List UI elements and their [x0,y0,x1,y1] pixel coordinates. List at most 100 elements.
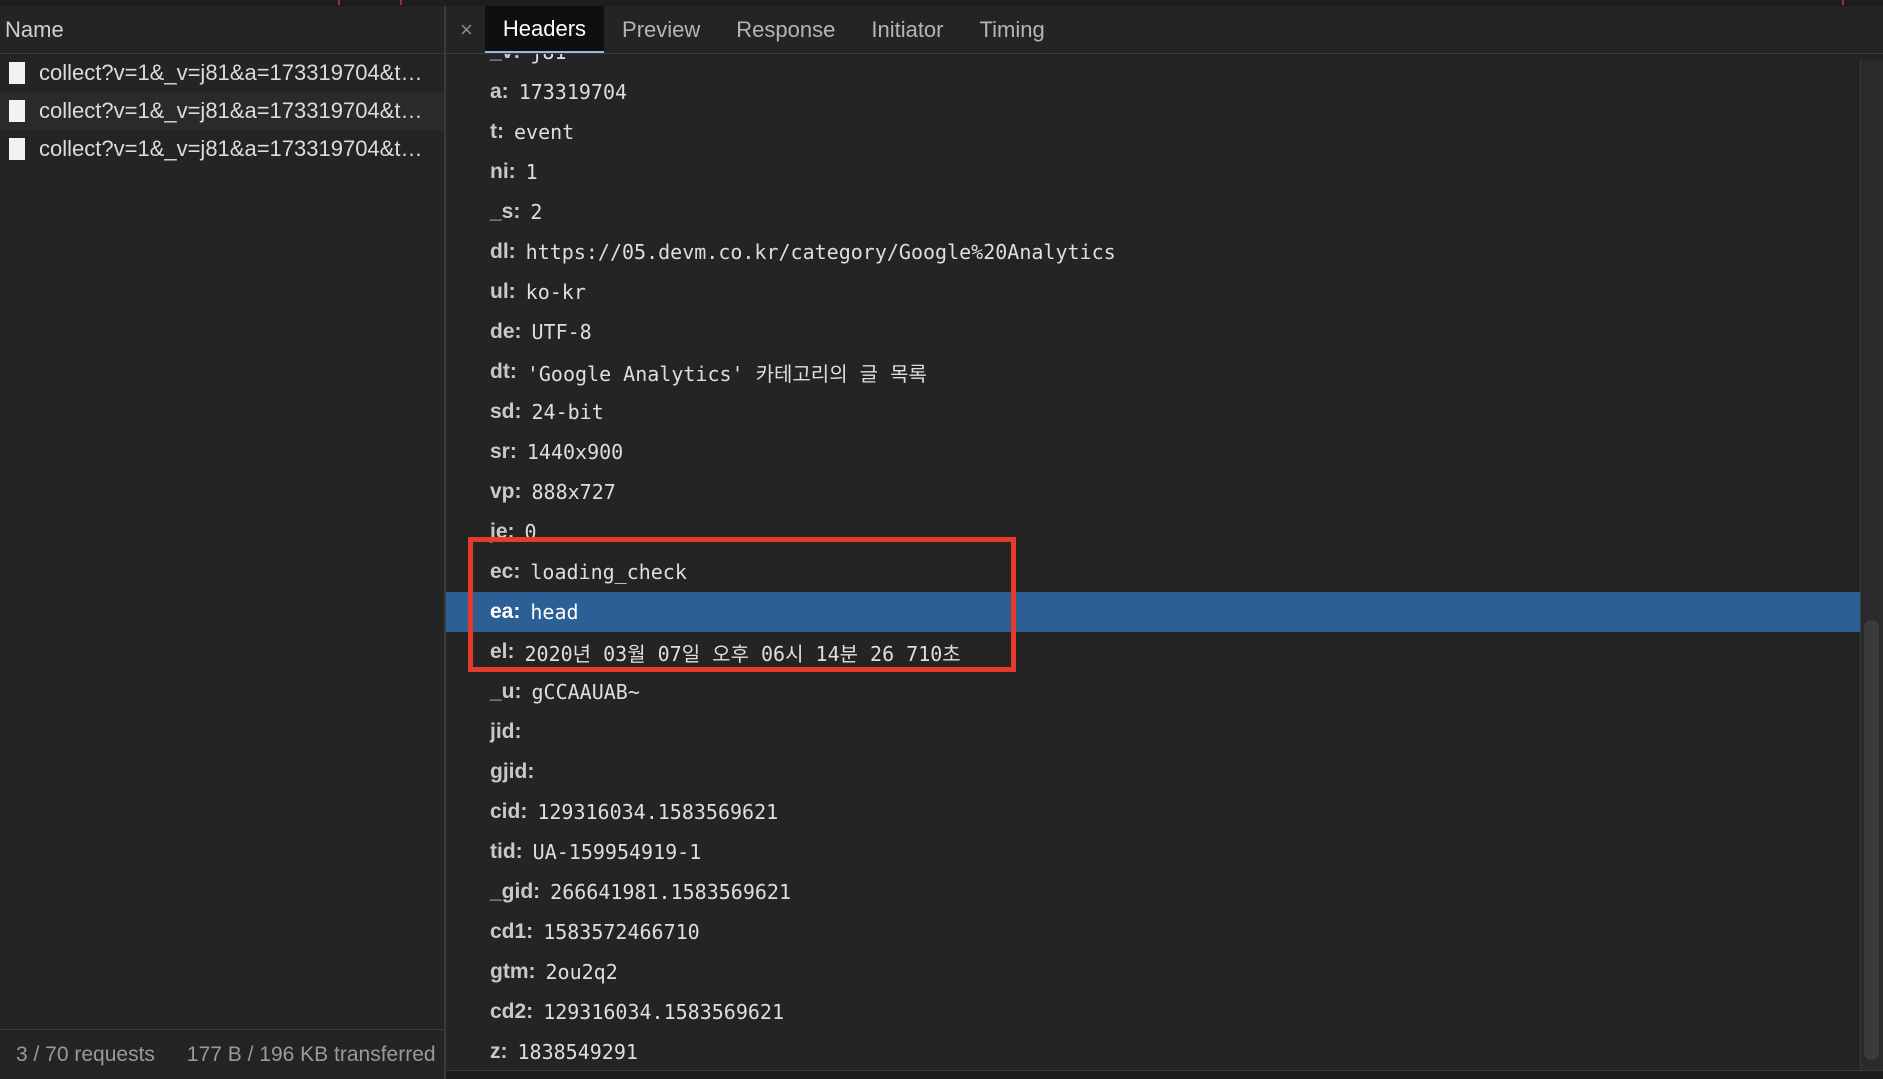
query-param-row[interactable]: _v: j81 [446,54,1860,72]
param-value: UTF-8 [531,320,592,344]
param-key: a: [490,80,509,103]
param-value: 1 [525,160,538,184]
param-key: cd2: [490,1000,534,1023]
query-param-row[interactable]: _gid: 266641981.1583569621 [446,872,1860,912]
tab-response[interactable]: Response [718,6,853,53]
param-value: 1838549291 [517,1040,638,1064]
param-key: ul: [490,280,516,303]
request-row[interactable]: collect?v=1&_v=j81&a=173319704&t=event&n… [0,92,444,130]
query-param-row[interactable]: ec: loading_check [446,552,1860,592]
param-value: 129316034.1583569621 [537,800,779,824]
timeline-marker [338,0,340,5]
query-param-row[interactable]: ea: head [446,592,1860,632]
tab-initiator[interactable]: Initiator [853,6,961,53]
request-row[interactable]: collect?v=1&_v=j81&a=173319704&t=event&n… [0,130,444,168]
request-name: collect?v=1&_v=j81&a=173319704&t=event&n… [39,60,431,85]
tab-label: Timing [979,16,1045,42]
query-param-row[interactable]: dt: 'Google Analytics' 카테고리의 글 목록 [446,352,1860,392]
param-key: _s: [490,200,521,223]
timeline-marker [400,0,402,5]
param-key: z: [490,1040,508,1063]
param-value: head [530,600,579,624]
tab-label: Preview [622,16,701,42]
param-key: de: [490,320,522,343]
network-status-bar: 3 / 70 requests 177 B / 196 KB transferr… [0,1029,444,1079]
param-value: event [514,120,575,144]
details-tab-bar: × Headers Preview Response Initiator Tim… [446,6,1883,54]
query-param-row[interactable]: cd2: 129316034.1583569621 [446,992,1860,1032]
close-icon[interactable]: × [446,6,485,53]
query-param-row[interactable]: gtm: 2ou2q2 [446,952,1860,992]
param-value: UA-159954919-1 [532,840,702,864]
query-param-row[interactable]: z: 1838549291 [446,1032,1860,1072]
param-value: 'Google Analytics' 카테고리의 글 목록 [526,361,927,386]
param-key: t: [490,120,504,143]
tab-headers[interactable]: Headers [484,6,605,53]
param-value: 173319704 [518,80,628,104]
param-key: vp: [490,480,522,503]
param-key: sr: [490,440,517,463]
query-param-row[interactable]: sr: 1440x900 [446,432,1860,472]
request-details-panel: × Headers Preview Response Initiator Tim… [446,6,1883,1079]
param-value: 1583572466710 [543,920,700,944]
request-count: 3 / 70 requests [16,1042,155,1066]
vertical-scrollbar[interactable] [1860,60,1883,1078]
query-param-row[interactable]: cd1: 1583572466710 [446,912,1860,952]
param-key: ea: [490,600,521,623]
param-key: gtm: [490,960,536,983]
param-key: _gid: [490,880,541,903]
query-param-row[interactable]: vp: 888x727 [446,472,1860,512]
param-key: je: [490,520,515,543]
param-value: 0 [524,520,537,544]
query-param-row[interactable]: _s: 2 [446,192,1860,232]
param-value: 1440x900 [526,440,624,464]
request-name: collect?v=1&_v=j81&a=173319704&t=event&n… [39,98,431,123]
query-param-row[interactable]: sd: 24-bit [446,392,1860,432]
query-param-row[interactable]: de: UTF-8 [446,312,1860,352]
name-column-header[interactable]: Name [0,6,444,54]
param-key: dl: [490,240,516,263]
param-key: tid: [490,840,523,863]
param-key: _v: [490,54,520,64]
query-param-row[interactable]: cid: 129316034.1583569621 [446,792,1860,832]
param-key: ni: [490,160,516,183]
tab-label: Initiator [871,16,944,42]
query-param-row[interactable]: _u: gCCAAUAB~ [446,672,1860,712]
tab-label: Headers [502,15,587,41]
query-param-row[interactable]: t: event [446,112,1860,152]
query-params-list: _v: j81 a: 173319704 t: event ni: 1 _s: 2 dl: https… [446,54,1860,1072]
param-key: jid: [490,720,522,743]
param-key: sd: [490,400,522,423]
param-value: 2ou2q2 [545,960,618,984]
param-value: ko-kr [525,280,586,304]
tab-timing[interactable]: Timing [962,6,1063,53]
param-value: gCCAAUAB~ [531,680,640,704]
transfer-size: 177 B / 196 KB transferred [186,1042,436,1066]
request-name: collect?v=1&_v=j81&a=173319704&t=event&n… [39,136,431,161]
query-param-row[interactable]: el: 2020년 03월 07일 오후 06시 14분 26 710초 [446,632,1860,672]
param-value: 266641981.1583569621 [550,880,791,904]
param-value: 129316034.1583569621 [543,1000,785,1024]
scrollbar-thumb[interactable] [1864,620,1879,1060]
param-key: dt: [490,360,517,383]
query-param-row[interactable]: jid: [446,712,1860,752]
query-param-row[interactable]: dl: https://05.devm.co.kr/category/Google… [446,232,1860,272]
query-param-row[interactable]: gjid: [446,752,1860,792]
query-param-row[interactable]: tid: UA-159954919-1 [446,832,1860,872]
query-param-row[interactable]: a: 173319704 [446,72,1860,112]
name-column-label: Name [5,16,64,42]
panel-bottom-edge [446,1070,1883,1079]
request-row[interactable]: collect?v=1&_v=j81&a=173319704&t=event&n… [0,54,444,92]
query-param-row[interactable]: ul: ko-kr [446,272,1860,312]
query-param-row[interactable]: ni: 1 [446,152,1860,192]
tab-preview[interactable]: Preview [604,6,718,53]
param-value: 2020년 03월 07일 오후 06시 14분 26 710초 [524,641,961,666]
query-param-row[interactable]: je: 0 [446,512,1860,552]
param-key: ec: [490,560,521,583]
tab-label: Response [736,16,836,42]
document-icon [9,138,25,160]
timeline-marker [1842,0,1844,5]
param-key: _u: [490,680,522,703]
param-key: cid: [490,800,528,823]
param-key: cd1: [490,920,534,943]
